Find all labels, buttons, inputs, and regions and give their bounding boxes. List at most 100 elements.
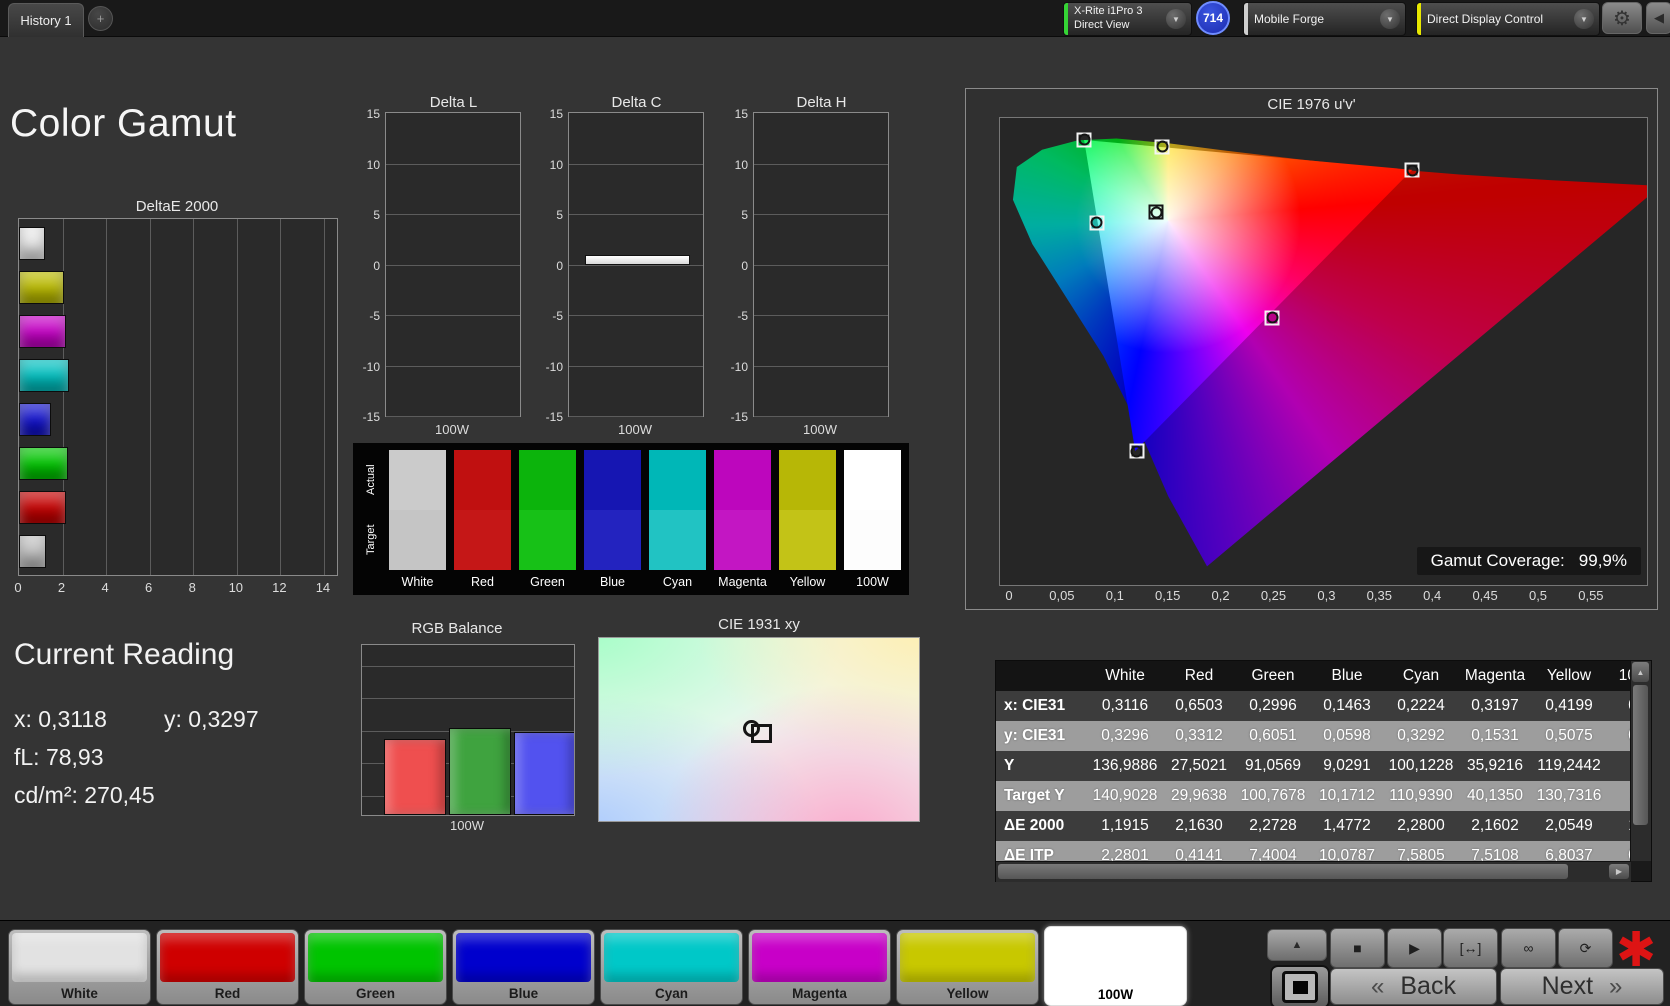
deltae2000-x-axis: 0 2 4 6 8 10 12 14 [14,580,336,598]
expand-pattern-options-button[interactable]: ▲ [1267,929,1327,961]
delta-plot [385,112,521,417]
gridline [386,315,520,316]
gridline [569,264,703,266]
deltae-bar-green [19,447,69,480]
table-horizontal-scrollbar[interactable]: ▶ [996,861,1631,882]
pattern-bar: White Red Green Blue Cyan Magenta Yellow 100W ▲… [0,920,1670,1006]
row-label-actual: Actual [365,464,377,496]
axis-tick-label: -15 [545,410,563,424]
pattern-size-button[interactable]: [↔] [1443,928,1498,968]
chart-title: Delta H [796,94,847,111]
refresh-button[interactable]: ⟳ [1558,928,1613,968]
cell: 0,0598 [1323,727,1371,744]
pattern-label: White [61,986,98,1001]
pattern-button-cyan[interactable]: Cyan [600,929,743,1005]
axis-tick-label: 0 [1005,588,1013,603]
axis-tick-label: -10 [730,359,748,374]
deltae-bar-red [19,491,67,524]
column-header: Red [1184,667,1214,684]
pattern-button-magenta[interactable]: Magenta [748,929,891,1005]
swatch-label: Magenta [718,575,767,589]
cell: 0,3 [1606,697,1631,715]
meter-dropdown[interactable]: X-Rite i1Pro 3 Direct View ▼ [1063,2,1192,36]
loop-button[interactable]: ∞ [1501,928,1556,968]
cell: 2,0549 [1545,817,1593,834]
horizontal-scroll-thumb[interactable] [998,864,1568,879]
table-row: Target Y 140,9028 29,9638 100,7678 10,1712 11… [996,781,1631,811]
axis-tick-label: 4 [101,580,109,595]
gridline [386,214,520,215]
cell: 27,5021 [1170,757,1228,774]
cell: 136,9886 [1092,757,1158,774]
cell: 1,2 [1606,817,1631,835]
cell: 9,0291 [1323,757,1371,774]
meter-mode: Direct View [1074,19,1130,31]
column-header: Green [1251,667,1295,684]
pattern-button-blue[interactable]: Blue [452,929,595,1005]
meter-count-badge[interactable]: 714 [1196,1,1230,35]
row-label: Target Y [1004,787,1065,804]
axis-tick-label: 0,3 [1317,588,1336,603]
actual-swatch [714,450,771,510]
marker-magenta [1264,310,1280,326]
pattern-window-button[interactable] [1270,965,1330,1006]
gridline [569,365,703,367]
delta-plot [753,112,889,417]
scroll-right-icon[interactable]: ▶ [1609,864,1629,879]
pattern-button-100w[interactable]: 100W [1044,926,1187,1006]
axis-tick-label: 0,55 [1578,588,1604,603]
axis-tick-label: -10 [362,359,380,374]
swatch-cyan: Cyan [649,443,706,595]
cell: 0,4141 [1175,847,1223,861]
cell: 0,2224 [1397,697,1445,714]
back-button[interactable]: « Back [1330,968,1497,1005]
collapse-panel-button[interactable]: ◀ [1646,2,1670,34]
chart-title: Delta L [429,94,478,111]
source-dropdown[interactable]: Mobile Forge ▼ [1243,2,1406,36]
play-button[interactable]: ▶ [1387,928,1442,968]
axis-tick-label: 0,4 [1423,588,1442,603]
marker-white [1148,204,1164,220]
row-label: ΔE 2000 [1004,817,1065,834]
pattern-button-green[interactable]: Green [304,929,447,1005]
cell: 0,4199 [1545,697,1593,714]
chart-title: Delta C [611,94,662,111]
reading-fl: fL: 78,93 [14,744,104,770]
axis-tick-label: 0,15 [1155,588,1181,603]
target-swatch [779,510,836,570]
cell: 0,6051 [1249,727,1297,744]
table-header-row: White Red Green Blue Cyan Magenta Yellow 100W [996,661,1631,691]
next-button[interactable]: Next » [1500,968,1664,1005]
axis-tick-label: 15 [549,107,563,121]
stop-button[interactable]: ■ [1330,928,1385,968]
display-control-dropdown[interactable]: Direct Display Control ▼ [1416,2,1600,36]
table-row: ΔE 2000 1,1915 2,1630 2,2728 1,4772 2,2800 2,1… [996,811,1631,841]
scroll-up-icon[interactable]: ▲ [1632,662,1649,682]
cell: 91,0569 [1244,757,1302,774]
axis-tick-label: 14 [315,580,331,595]
marker-cyan [1089,215,1105,231]
vertical-scroll-thumb[interactable] [1633,685,1648,825]
back-label: Back [1400,972,1456,1000]
gamut-coverage: Gamut Coverage: 99,9% [1416,547,1641,575]
axis-tick-label: 10 [549,157,563,172]
pattern-button-white[interactable]: White [8,929,151,1005]
settings-button[interactable]: ⚙ [1602,2,1642,34]
cell: 110,9390 [1389,787,1453,804]
table-vertical-scrollbar[interactable]: ▲ [1630,661,1651,861]
marker-blue [1129,443,1145,459]
axis-tick-label: 0,35 [1366,588,1392,603]
tab-history-1[interactable]: History 1 [8,3,84,37]
cell: 7,4004 [1249,847,1297,861]
swatch-label: Cyan [662,575,693,589]
pattern-button-yellow[interactable]: Yellow [896,929,1039,1005]
cell: 7,5805 [1397,847,1445,861]
row-label: x: CIE31 [1004,697,1066,714]
actual-swatch [389,450,446,510]
rgb-balance-chart: RGB Balance 1041021009896 100W [337,620,577,833]
swatch-magenta: Magenta [714,443,771,595]
cell: 0,6503 [1175,697,1223,714]
pattern-button-red[interactable]: Red [156,929,299,1005]
add-tab-button[interactable]: + [88,6,113,31]
table-row: x: CIE31 0,3116 0,6503 0,2996 0,1463 0,2224 0,… [996,691,1631,721]
